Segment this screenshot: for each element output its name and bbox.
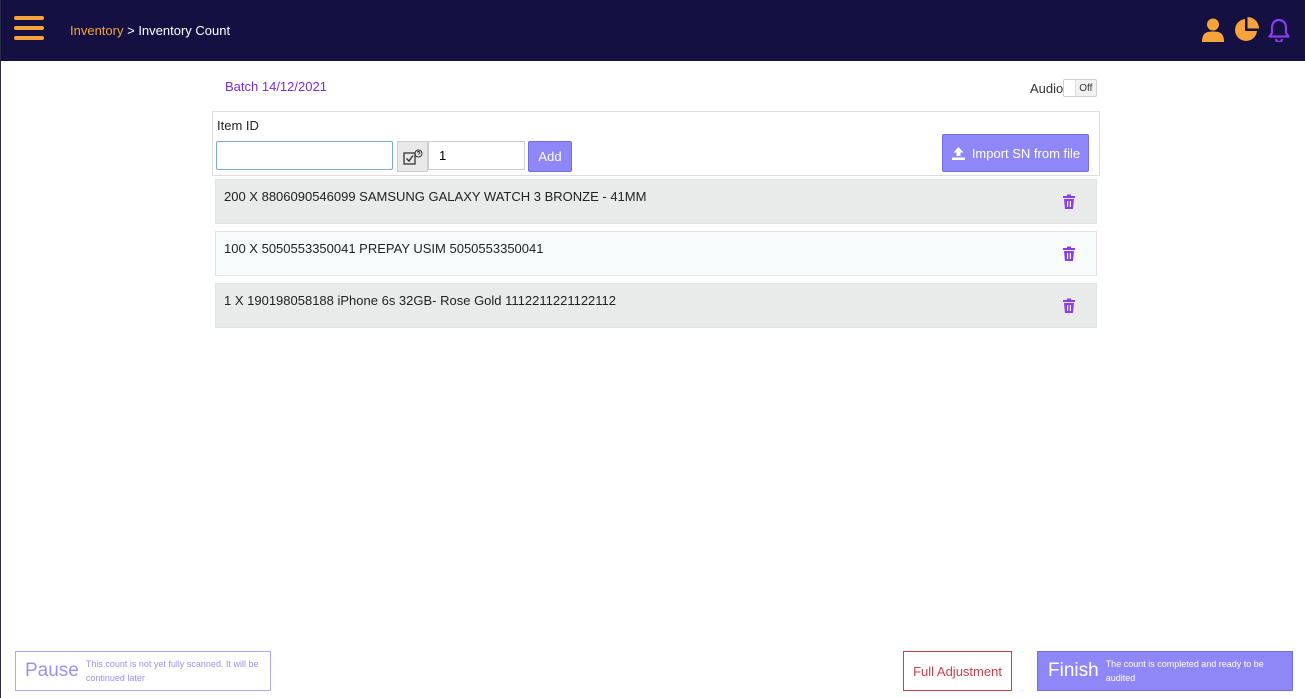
bell-icon[interactable] <box>1265 16 1292 44</box>
finish-description: The count is completed and ready to be a… <box>1105 659 1264 683</box>
item-entry-panel: Item ID Add Import SN from file <box>212 111 1100 176</box>
top-bar: Inventory > Inventory Count <box>1 0 1305 61</box>
add-button[interactable]: Add <box>528 141 572 172</box>
breadcrumb: Inventory > Inventory Count <box>70 23 230 38</box>
breadcrumb-separator: > <box>123 23 139 38</box>
item-id-input[interactable] <box>216 141 393 170</box>
quantity-input[interactable] <box>428 141 525 170</box>
breadcrumb-inventory-link[interactable]: Inventory <box>70 23 123 38</box>
audio-toggle-knob <box>1064 80 1077 96</box>
batch-label: Batch 14/12/2021 <box>225 79 327 94</box>
import-sn-button[interactable]: Import SN from file <box>942 134 1089 172</box>
list-item-text: 100 X 5050553350041 PREPAY USIM 50505533… <box>224 241 544 256</box>
breadcrumb-current: Inventory Count <box>138 23 231 38</box>
serial-check-button[interactable] <box>397 141 428 172</box>
pause-label: Pause <box>25 660 79 681</box>
audio-toggle[interactable]: Off <box>1063 79 1098 97</box>
hamburger-menu-icon[interactable] <box>14 16 44 42</box>
list-item: 100 X 5050553350041 PREPAY USIM 50505533… <box>215 231 1097 276</box>
list-item-text: 200 X 8806090546099 SAMSUNG GALAXY WATCH… <box>224 189 647 204</box>
pause-description: This count is not yet fully scanned. It … <box>85 659 259 683</box>
finish-label: Finish <box>1048 660 1099 681</box>
list-item: 1 X 190198058188 iPhone 6s 32GB- Rose Go… <box>215 283 1097 328</box>
pause-button[interactable]: Pause This count is not yet fully scanne… <box>15 651 271 691</box>
audio-control: Audio Off <box>1030 79 1098 97</box>
import-sn-label: Import SN from file <box>971 145 1081 161</box>
header-icons <box>1199 16 1292 44</box>
upload-icon <box>951 146 965 160</box>
trash-icon[interactable] <box>1062 194 1076 210</box>
checkbox-info-icon <box>402 149 422 165</box>
pie-chart-icon[interactable] <box>1232 16 1259 44</box>
trash-icon[interactable] <box>1062 298 1076 314</box>
trash-icon[interactable] <box>1062 246 1076 262</box>
audio-toggle-state: Off <box>1079 82 1093 94</box>
audio-label: Audio <box>1030 80 1064 96</box>
list-item: 200 X 8806090546099 SAMSUNG GALAXY WATCH… <box>215 179 1097 224</box>
full-adjustment-button[interactable]: Full Adjustment <box>903 651 1012 691</box>
item-id-label: Item ID <box>217 118 259 133</box>
finish-button[interactable]: Finish The count is completed and ready … <box>1037 651 1293 691</box>
user-icon[interactable] <box>1199 16 1226 44</box>
list-item-text: 1 X 190198058188 iPhone 6s 32GB- Rose Go… <box>224 293 616 308</box>
